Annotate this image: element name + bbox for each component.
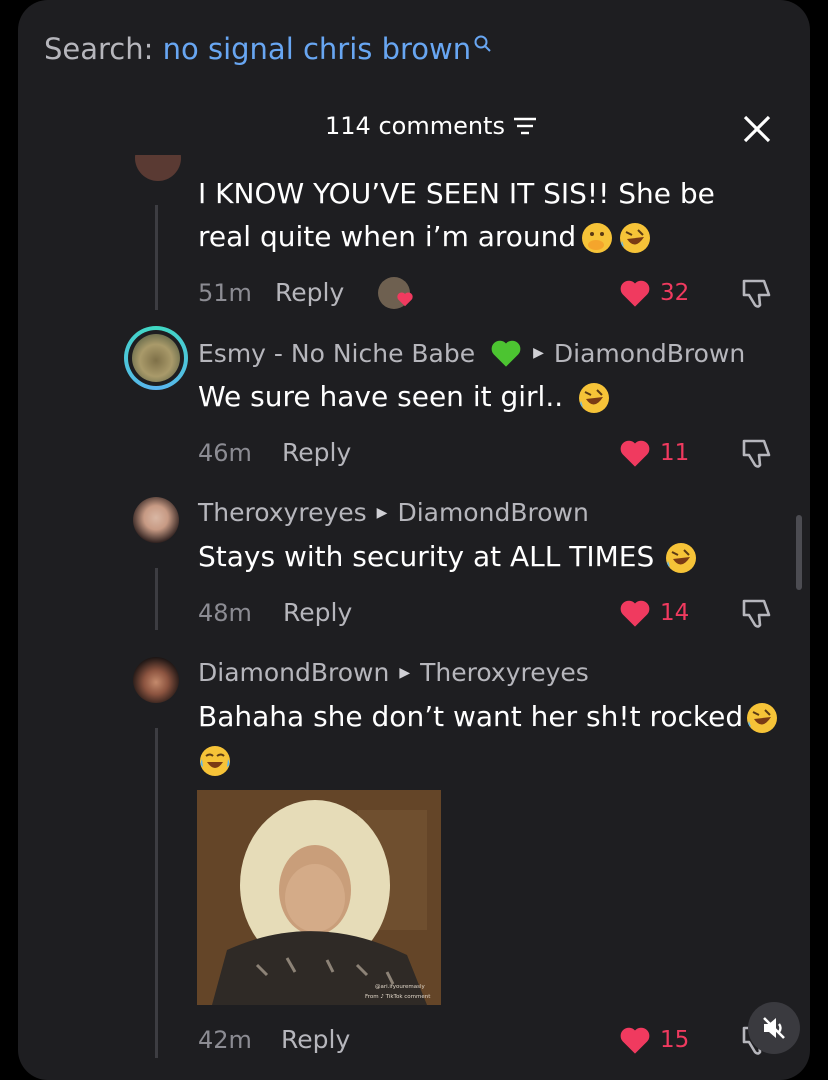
search-icon[interactable] — [473, 34, 493, 54]
author-name[interactable]: Theroxyreyes — [198, 498, 367, 527]
author-liked-avatar — [378, 277, 413, 309]
gif-watermark: From ♪ TikTok comment — [365, 993, 431, 1000]
avatar — [132, 334, 180, 382]
comment-text: I KNOW YOU’VE SEEN IT SIS!! She be real … — [198, 177, 715, 253]
gif-image[interactable]: @ari.ifyouremasly From ♪ TikTok comment — [197, 790, 441, 1005]
heart-icon — [620, 440, 650, 467]
thread-line — [155, 568, 158, 630]
reply-arrow-icon: ▶ — [533, 345, 544, 361]
comment-meta: Esmy - No Niche Babe ▶ DiamondBrown — [198, 338, 745, 368]
comment-time: 42m — [198, 1026, 252, 1054]
dislike-icon[interactable] — [738, 595, 774, 631]
scrollbar[interactable] — [796, 515, 802, 590]
rolling-laughing-emoji-icon — [747, 703, 778, 733]
reply-to-name[interactable]: DiamondBrown — [397, 498, 588, 527]
like-count: 11 — [660, 440, 690, 466]
dislike-icon[interactable] — [738, 275, 774, 311]
filter-icon[interactable] — [513, 116, 537, 136]
heart-icon — [620, 1027, 650, 1054]
search-bar[interactable]: Search: no signal chris brown — [44, 32, 493, 66]
avatar[interactable] — [135, 155, 181, 181]
thread-line — [155, 205, 158, 310]
comment-time: 48m — [198, 599, 252, 627]
rolling-laughing-emoji-icon — [620, 223, 651, 253]
rolling-laughing-emoji-icon — [666, 543, 697, 573]
reply-button[interactable]: Reply — [281, 1020, 350, 1060]
tears-of-joy-emoji-icon — [200, 746, 230, 776]
author-name[interactable]: Esmy - No Niche Babe — [198, 339, 475, 368]
comment-meta: DiamondBrown ▶ Theroxyreyes — [198, 658, 589, 687]
close-icon[interactable] — [740, 112, 774, 146]
comment-time: 46m — [198, 439, 252, 467]
like-button[interactable]: 14 — [618, 593, 689, 633]
reply-button[interactable]: Reply — [283, 593, 352, 633]
gif-watermark: @ari.ifyouremasly — [375, 984, 426, 990]
avatar[interactable] — [133, 497, 179, 543]
like-button[interactable]: 15 — [618, 1020, 689, 1060]
heart-icon — [620, 600, 650, 627]
thread-line — [155, 728, 158, 1058]
comments-header: 114 comments — [325, 112, 537, 140]
avatar-story-ring[interactable] — [124, 326, 188, 390]
reply-arrow-icon: ▶ — [399, 664, 411, 681]
author-name[interactable]: DiamondBrown — [198, 658, 389, 687]
dislike-icon[interactable] — [738, 435, 774, 471]
comment-text: Bahaha she don’t want her sh!t rocked — [198, 695, 779, 781]
like-count: 32 — [660, 280, 690, 306]
comment-time: 51m — [198, 279, 252, 307]
comment-text: Stays with security at ALL TIMES — [198, 535, 698, 578]
comments-count: 114 comments — [325, 112, 505, 140]
comment-text: We sure have seen it girl.. — [198, 375, 611, 418]
comment-footer: 42m Reply 15 — [198, 1020, 788, 1060]
comment-footer: 46m Reply 11 — [198, 433, 788, 473]
speaker-muted-icon — [763, 1017, 785, 1039]
like-count: 15 — [660, 1027, 690, 1053]
mute-button[interactable] — [748, 1002, 800, 1054]
like-count: 14 — [660, 600, 690, 626]
reply-button[interactable]: Reply — [282, 433, 351, 473]
avatar[interactable] — [133, 657, 179, 703]
heart-icon — [397, 292, 413, 307]
comment-footer: 48m Reply 14 — [198, 593, 788, 633]
reply-button[interactable]: Reply — [275, 273, 344, 313]
comment-meta: Theroxyreyes ▶ DiamondBrown — [198, 498, 589, 527]
reply-to-name[interactable]: Theroxyreyes — [420, 658, 589, 687]
rolling-laughing-emoji-icon — [579, 383, 610, 413]
reply-to-name[interactable]: DiamondBrown — [554, 339, 745, 368]
green-heart-emoji-icon — [491, 340, 521, 367]
search-query[interactable]: no signal chris brown — [163, 32, 472, 66]
search-label: Search: — [44, 32, 154, 66]
heart-icon — [620, 280, 650, 307]
like-button[interactable]: 11 — [618, 433, 689, 473]
face-with-hand-over-mouth-emoji-icon — [582, 223, 613, 253]
reply-arrow-icon: ▶ — [376, 504, 388, 521]
comment-footer: 51m Reply 32 — [198, 273, 788, 313]
like-button[interactable]: 32 — [618, 273, 689, 313]
